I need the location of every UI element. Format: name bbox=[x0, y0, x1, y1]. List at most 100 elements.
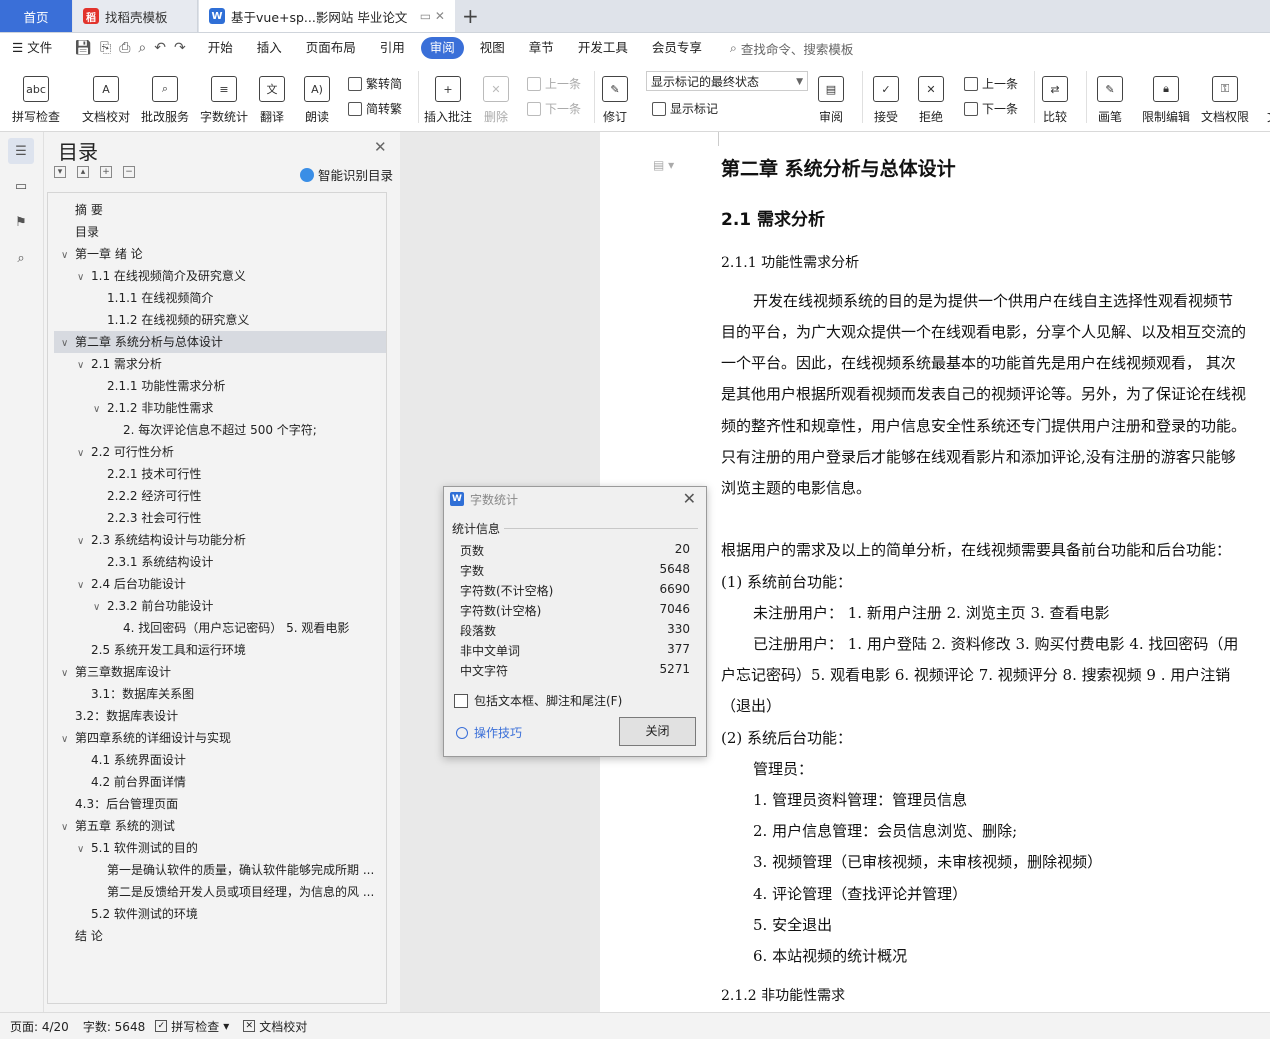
redo-icon[interactable]: ↷ bbox=[174, 40, 186, 56]
word-count-indicator[interactable]: 字数: 5648 bbox=[83, 1018, 145, 1035]
include-textbox-checkbox[interactable]: 包括文本框、脚注和尾注(F) bbox=[454, 692, 622, 709]
compare-button[interactable]: ⇄ 比较 bbox=[1042, 67, 1068, 125]
undo-icon[interactable]: ↶ bbox=[154, 40, 166, 56]
tips-link[interactable]: 操作技巧 bbox=[456, 724, 522, 741]
toc-item[interactable]: 2.5 系统开发工具和运行环境 bbox=[91, 639, 246, 661]
toc-item[interactable]: 4.1 系统界面设计 bbox=[91, 749, 186, 771]
doc-check-button[interactable]: A 文档校对 bbox=[82, 67, 130, 125]
batch-review-button[interactable]: ⌕ 批改服务 bbox=[141, 67, 189, 125]
reject-button[interactable]: ✕ 拒绝 bbox=[918, 67, 944, 125]
bookmark-icon[interactable]: ⚑ bbox=[11, 212, 31, 232]
prev-comment-button[interactable]: 上一条 bbox=[527, 75, 581, 92]
pen-button[interactable]: ✎ 画笔 bbox=[1097, 67, 1123, 125]
toc-item[interactable]: 2.3.1 系统结构设计 bbox=[107, 551, 213, 573]
toc-item[interactable]: 2. 每次评论信息不超过 500 个字符; bbox=[123, 419, 317, 441]
toc-item-selected[interactable]: ∨ 第二章 系统分析与总体设计 bbox=[54, 331, 386, 353]
close-icon[interactable]: ✕ bbox=[683, 489, 696, 508]
read-aloud-button[interactable]: A) 朗读 bbox=[304, 67, 330, 125]
toc-item[interactable]: 2.1.1 功能性需求分析 bbox=[107, 375, 225, 397]
to-traditional-button[interactable]: 繁转简 bbox=[348, 75, 402, 92]
toc-item[interactable]: 第一是确认软件的质量，确认软件能够完成所期 ... bbox=[107, 859, 377, 881]
next-change-button[interactable]: 下一条 bbox=[964, 100, 1018, 117]
insert-comment-button[interactable]: + 插入批注 bbox=[424, 67, 472, 125]
tab-document[interactable]: W 基于vue+sp...影网站 毕业论文 ▭ ✕ bbox=[199, 0, 455, 32]
toc-item[interactable]: 结 论 bbox=[75, 925, 103, 947]
markup-mode-select[interactable]: 显示标记的最终状态 ▼ bbox=[646, 71, 808, 91]
add-item-icon[interactable]: + bbox=[100, 166, 112, 178]
toc-item[interactable]: 3.1：数据库关系图 bbox=[91, 683, 194, 705]
toc-item[interactable]: ∨ 2.1.2 非功能性需求 bbox=[93, 397, 213, 419]
accept-button[interactable]: ✓ 接受 bbox=[873, 67, 899, 125]
toc-item[interactable]: ∨ 第三章数据库设计 bbox=[61, 661, 171, 683]
tab-home[interactable]: 首页 bbox=[0, 0, 72, 32]
show-markup-button[interactable]: 显示标记 bbox=[652, 100, 718, 117]
tab-close-icon[interactable]: ▭ ✕ bbox=[420, 9, 445, 23]
menu-start[interactable]: 开始 bbox=[196, 37, 245, 59]
toc-item[interactable]: ∨ 2.2 可行性分析 bbox=[77, 441, 174, 463]
menu-view[interactable]: 视图 bbox=[468, 37, 517, 59]
menu-layout[interactable]: 页面布局 bbox=[294, 37, 368, 59]
doc-rights-button[interactable]: ⚿ 文档权限 bbox=[1201, 67, 1249, 125]
print-icon[interactable]: ⎙ bbox=[119, 40, 130, 56]
menu-vip[interactable]: 会员专享 bbox=[640, 37, 714, 59]
spellcheck-button[interactable]: abc 拼写检查 bbox=[12, 67, 60, 125]
toc-item[interactable]: 目录 bbox=[75, 221, 99, 243]
to-simplified-button[interactable]: 简转繁 bbox=[348, 100, 402, 117]
menu-devtools[interactable]: 开发工具 bbox=[566, 37, 640, 59]
toc-item[interactable]: ∨ 2.3 系统结构设计与功能分析 bbox=[77, 529, 246, 551]
toc-panel-icon[interactable]: ☰ bbox=[8, 138, 34, 164]
toc-item[interactable]: ∨ 5.1 软件测试的目的 bbox=[77, 837, 198, 859]
next-comment-button[interactable]: 下一条 bbox=[527, 100, 581, 117]
toc-item[interactable]: ∨ 第五章 系统的测试 bbox=[61, 815, 175, 837]
doc-check-status[interactable]: ✕ 文档校对 bbox=[243, 1018, 307, 1035]
command-search[interactable]: ⌕ 查找命令、搜索模板 bbox=[730, 39, 854, 58]
close-button[interactable]: 关闭 bbox=[619, 717, 696, 746]
tab-template[interactable]: 稻找稻壳模板 bbox=[73, 0, 198, 32]
expand-all-icon[interactable]: ▾ bbox=[54, 166, 66, 178]
page-indicator[interactable]: 页面: 4/20 bbox=[10, 1018, 69, 1035]
restrict-edit-button[interactable]: 🔒︎ 限制编辑 bbox=[1142, 67, 1190, 125]
remove-item-icon[interactable]: − bbox=[123, 166, 135, 178]
ribbon-overflow[interactable]: 文 bbox=[1260, 67, 1270, 125]
save-icon[interactable]: 💾︎ bbox=[74, 40, 92, 56]
toc-item[interactable]: 2.2.3 社会可行性 bbox=[107, 507, 201, 529]
review-pane-button[interactable]: ▤ 审阅 bbox=[818, 67, 844, 125]
toc-item[interactable]: 1.1.2 在线视频的研究意义 bbox=[107, 309, 249, 331]
file-menu[interactable]: ☰ 文件 bbox=[0, 37, 64, 59]
smart-toc-button[interactable]: 智能识别目录 bbox=[300, 165, 393, 184]
toc-item[interactable]: 1.1.1 在线视频简介 bbox=[107, 287, 213, 309]
toc-item[interactable]: 4.2 前台界面详情 bbox=[91, 771, 186, 793]
close-icon[interactable]: ✕ bbox=[374, 138, 387, 156]
toc-item[interactable]: ∨ 第四章系统的详细设计与实现 bbox=[61, 727, 231, 749]
toc-item[interactable]: 3.2：数据库表设计 bbox=[75, 705, 178, 727]
revise-button[interactable]: ✎ 修订 bbox=[602, 67, 628, 125]
toc-item[interactable]: ∨ 1.1 在线视频简介及研究意义 bbox=[77, 265, 246, 287]
dialog-titlebar[interactable]: W 字数统计 bbox=[444, 487, 706, 511]
find-icon[interactable]: ⌕ bbox=[11, 248, 31, 268]
word-count-button[interactable]: ≡ 字数统计 bbox=[200, 67, 248, 125]
spellcheck-status[interactable]: ✓ 拼写检查 ▾ bbox=[155, 1018, 229, 1035]
toc-item[interactable]: 4. 找回密码（用户忘记密码） 5. 观看电影 bbox=[123, 617, 349, 639]
toc-item[interactable]: ∨ 2.1 需求分析 bbox=[77, 353, 162, 375]
paragraph-handle-icon[interactable]: ▤ ▾ bbox=[653, 158, 674, 172]
toc-item[interactable]: ∨ 2.4 后台功能设计 bbox=[77, 573, 186, 595]
menu-review[interactable]: 审阅 bbox=[420, 37, 464, 59]
toc-item[interactable]: 4.3：后台管理页面 bbox=[75, 793, 178, 815]
chapter-nav-icon[interactable]: ▭ bbox=[11, 176, 31, 196]
export-icon[interactable]: ⎘ bbox=[100, 40, 111, 56]
toc-item[interactable]: 2.2.1 技术可行性 bbox=[107, 463, 201, 485]
prev-change-button[interactable]: 上一条 bbox=[964, 75, 1018, 92]
toc-item[interactable]: 摘 要 bbox=[75, 199, 103, 221]
menu-chapter[interactable]: 章节 bbox=[517, 37, 566, 59]
collapse-all-icon[interactable]: ▴ bbox=[77, 166, 89, 178]
translate-button[interactable]: 文翻译 bbox=[259, 67, 285, 125]
new-tab-plus-icon[interactable]: + bbox=[462, 4, 479, 28]
menu-insert[interactable]: 插入 bbox=[245, 37, 294, 59]
delete-comment-button[interactable]: ✕ 删除 bbox=[483, 67, 509, 125]
toc-item[interactable]: 第二是反馈给开发人员或项目经理，为信息的风 ... bbox=[107, 881, 377, 903]
toc-item[interactable]: ∨ 2.3.2 前台功能设计 bbox=[93, 595, 213, 617]
toc-item[interactable]: 2.2.2 经济可行性 bbox=[107, 485, 201, 507]
toc-item[interactable]: 5.2 软件测试的环境 bbox=[91, 903, 198, 925]
toc-item[interactable]: ∨ 第一章 绪 论 bbox=[61, 243, 143, 265]
menu-reference[interactable]: 引用 bbox=[368, 37, 417, 59]
